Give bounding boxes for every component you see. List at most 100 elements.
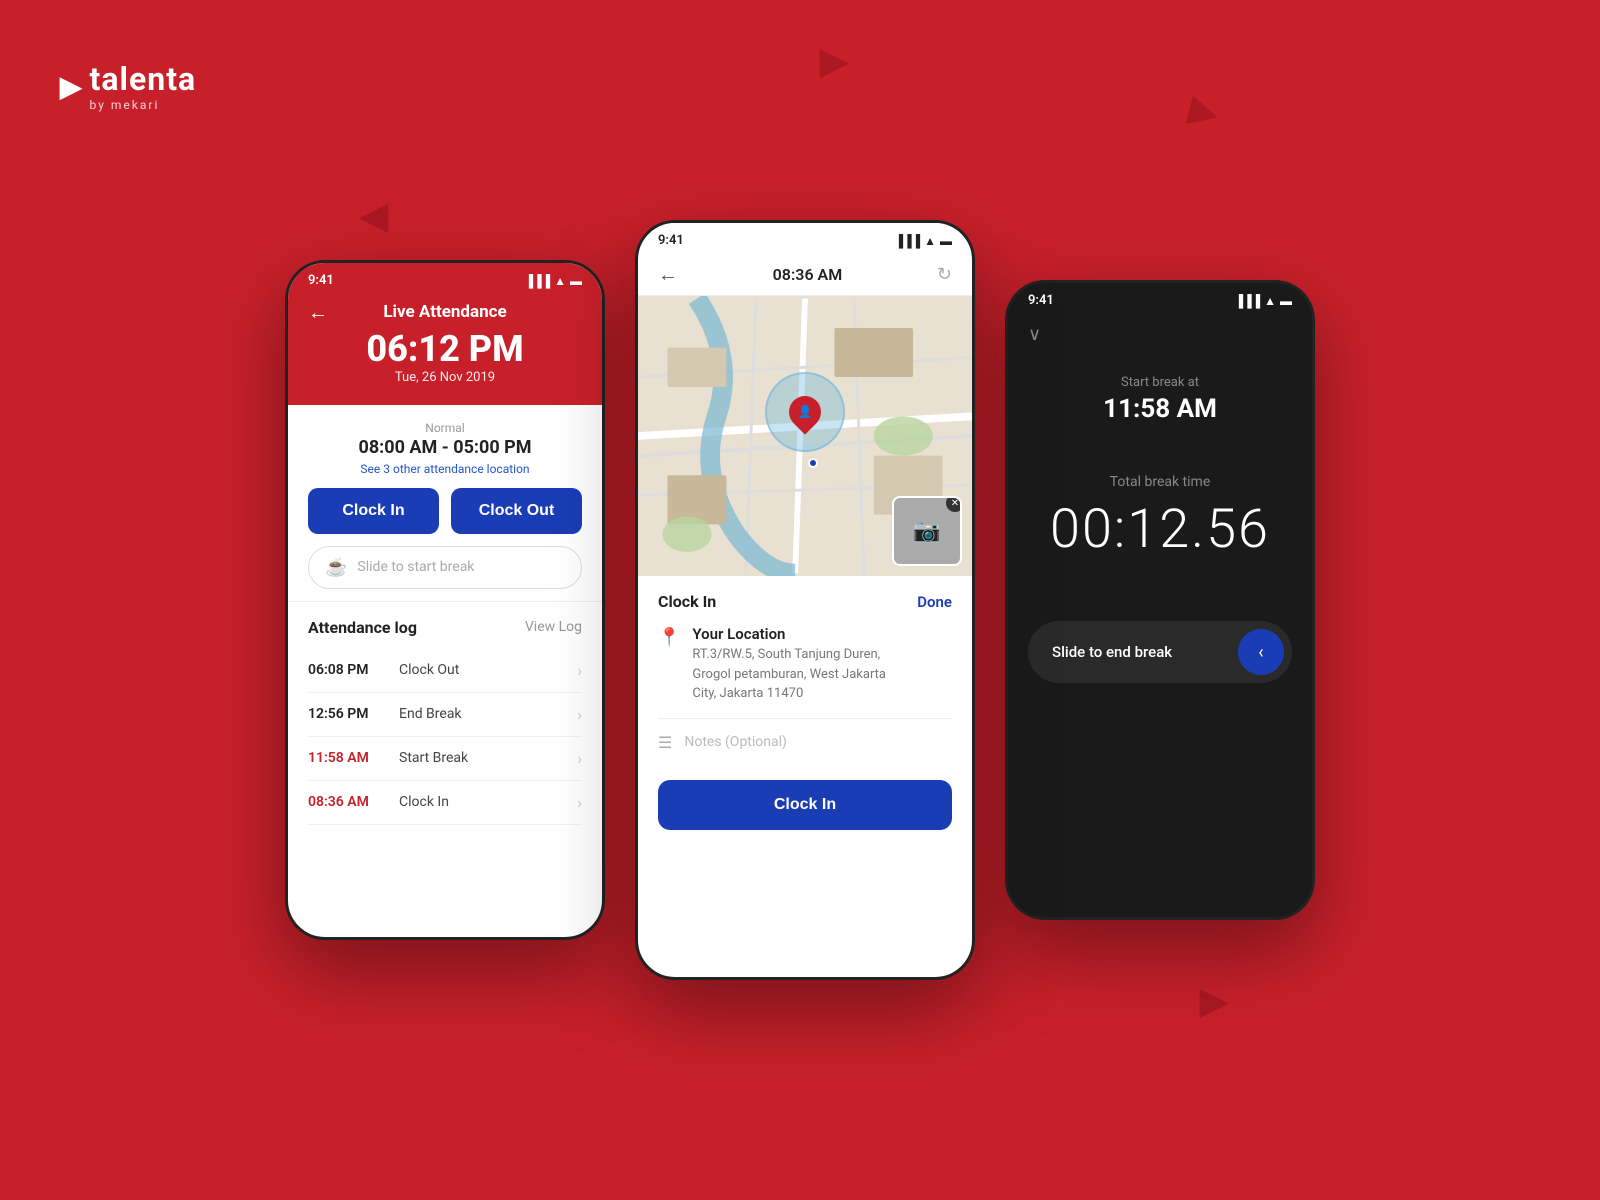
log-item-action: Clock Out: [399, 662, 561, 678]
break-timer-display: 00:12.56: [1008, 498, 1312, 561]
log-items-list: 06:08 PM Clock Out › 12:56 PM End Break …: [308, 649, 582, 825]
logo-name: talenta: [90, 60, 197, 98]
logo: ▶ talenta by mekari: [60, 60, 196, 112]
phone1-status-time: 9:41: [308, 273, 334, 288]
clock-in-sheet-header: Clock In Done: [658, 592, 952, 611]
log-item[interactable]: 08:36 AM Clock In ›: [308, 781, 582, 825]
pin-radius-circle: 👤: [765, 372, 845, 452]
phone3-header: ∨: [1008, 314, 1312, 345]
phone2-map-header: ← 08:36 AM ↻: [638, 254, 972, 296]
phone2-status-time: 9:41: [658, 233, 684, 248]
clock-out-button[interactable]: Clock Out: [451, 488, 582, 534]
location-info-row: 📍 Your Location RT.3/RW.5, South Tanjung…: [658, 625, 952, 719]
location-name: Your Location: [692, 625, 886, 643]
break-start-label: Start break at: [1008, 375, 1312, 390]
log-item-chevron-icon: ›: [577, 705, 582, 724]
clock-in-button[interactable]: Clock In: [308, 488, 439, 534]
phone1-status-icons: ▐▐▐ ▲ ▬: [525, 274, 582, 288]
shift-hours: 08:00 AM - 05:00 PM: [308, 437, 582, 458]
signal-icon-3: ▐▐▐: [1235, 294, 1261, 308]
phone-break-timer: 9:41 ▐▐▐ ▲ ▬ ∨ Start break at 11:58 AM T…: [1005, 280, 1315, 920]
attendance-log-section: Attendance log View Log 06:08 PM Clock O…: [288, 602, 602, 841]
done-button[interactable]: Done: [917, 593, 952, 611]
pin-marker: 👤: [782, 389, 827, 434]
phone-map-clock-in: 9:41 ▐▐▐ ▲ ▬ ← 08:36 AM ↻: [635, 220, 975, 980]
camera-icon: 📷: [913, 519, 940, 544]
chevron-down-icon[interactable]: ∨: [1028, 324, 1041, 345]
location-details: Your Location RT.3/RW.5, South Tanjung D…: [692, 625, 886, 704]
phone2-back-button[interactable]: ←: [658, 262, 678, 287]
wifi-icon-2: ▲: [924, 234, 936, 248]
view-log-button[interactable]: View Log: [525, 619, 582, 635]
deco-arrow-2: ▶: [1185, 87, 1223, 135]
slide-end-break-control[interactable]: Slide to end break ‹: [1028, 621, 1292, 683]
total-break-label: Total break time: [1008, 474, 1312, 490]
phone1-current-date: Tue, 26 Nov 2019: [308, 370, 582, 385]
break-icon: ☕: [325, 557, 347, 578]
phone1-current-time: 06:12 PM: [308, 330, 582, 370]
notes-placeholder[interactable]: Notes (Optional): [684, 734, 787, 750]
log-title: Attendance log: [308, 618, 417, 637]
logo-arrow-icon: ▶: [60, 70, 82, 103]
shift-label: Normal: [308, 421, 582, 435]
log-item-time: 08:36 AM: [308, 794, 383, 810]
phone1-page-title: Live Attendance: [383, 302, 506, 322]
selfie-close-button[interactable]: ✕: [946, 496, 962, 512]
slide-break-text: Slide to start break: [357, 559, 474, 575]
log-item-time: 11:58 AM: [308, 750, 383, 766]
clock-in-sheet-title: Clock In: [658, 592, 716, 611]
phone3-status-bar: 9:41 ▐▐▐ ▲ ▬: [1008, 283, 1312, 314]
log-item-action: Clock In: [399, 794, 561, 810]
phone1-header: ← Live Attendance 06:12 PM Tue, 26 Nov 2…: [288, 294, 602, 405]
logo-text-group: talenta by mekari: [90, 60, 197, 112]
battery-icon-2: ▬: [940, 234, 952, 248]
log-item-chevron-icon: ›: [577, 749, 582, 768]
pin-avatar-icon: 👤: [798, 405, 813, 419]
battery-icon-3: ▬: [1280, 294, 1292, 308]
clock-buttons-row: Clock In Clock Out: [308, 488, 582, 534]
clock-in-submit-button[interactable]: Clock In: [658, 780, 952, 830]
phone2-bottom-sheet: Clock In Done 📍 Your Location RT.3/RW.5,…: [638, 576, 972, 846]
phone1-status-bar: 9:41 ▐▐▐ ▲ ▬: [288, 263, 602, 294]
wifi-icon-3: ▲: [1264, 294, 1276, 308]
selfie-thumbnail[interactable]: ✕ 📷: [892, 496, 962, 566]
back-button[interactable]: ←: [308, 300, 328, 325]
log-item-chevron-icon: ›: [577, 793, 582, 812]
log-item-time: 06:08 PM: [308, 662, 383, 678]
log-item-action: Start Break: [399, 750, 561, 766]
phone-live-attendance: 9:41 ▐▐▐ ▲ ▬ ← Live Attendance 06:12 PM …: [285, 260, 605, 940]
phone1-shift-card: Normal 08:00 AM - 05:00 PM See 3 other a…: [288, 405, 602, 602]
log-item[interactable]: 12:56 PM End Break ›: [308, 693, 582, 737]
battery-icon: ▬: [570, 274, 582, 288]
log-item[interactable]: 06:08 PM Clock Out ›: [308, 649, 582, 693]
location-icon: 📍: [658, 627, 680, 648]
phone2-status-icons: ▐▐▐ ▲ ▬: [895, 234, 952, 248]
map-view: 👤 ✕ 📷: [638, 296, 972, 576]
log-item[interactable]: 11:58 AM Start Break ›: [308, 737, 582, 781]
shift-location-link[interactable]: See 3 other attendance location: [308, 462, 582, 476]
location-address: RT.3/RW.5, South Tanjung Duren,Grogol pe…: [692, 645, 886, 704]
notes-icon: ☰: [658, 733, 672, 752]
signal-icon-2: ▐▐▐: [895, 234, 921, 248]
deco-arrow-1: ▶: [820, 40, 848, 82]
location-pin: 👤: [765, 372, 845, 452]
phone1-nav: ← Live Attendance: [308, 302, 582, 322]
slide-break-control[interactable]: ☕ Slide to start break: [308, 546, 582, 589]
wifi-icon: ▲: [554, 274, 566, 288]
log-header: Attendance log View Log: [308, 618, 582, 637]
phone2-status-bar: 9:41 ▐▐▐ ▲ ▬: [638, 223, 972, 254]
phones-container: 9:41 ▐▐▐ ▲ ▬ ← Live Attendance 06:12 PM …: [285, 220, 1315, 980]
chevron-left-icon: ‹: [1258, 642, 1263, 663]
notes-row: ☰ Notes (Optional): [658, 733, 952, 766]
logo-sub: by mekari: [90, 98, 197, 112]
break-start-time: 11:58 AM: [1008, 394, 1312, 424]
slide-end-break-button[interactable]: ‹: [1238, 629, 1284, 675]
deco-arrow-7: ▶: [1200, 980, 1228, 1022]
log-item-action: End Break: [399, 706, 561, 722]
signal-icon: ▐▐▐: [525, 274, 551, 288]
slide-end-break-text: Slide to end break: [1052, 643, 1172, 661]
phone3-status-time: 9:41: [1028, 293, 1054, 308]
refresh-icon[interactable]: ↻: [937, 264, 952, 285]
log-item-chevron-icon: ›: [577, 661, 582, 680]
phone3-status-icons: ▐▐▐ ▲ ▬: [1235, 294, 1292, 308]
